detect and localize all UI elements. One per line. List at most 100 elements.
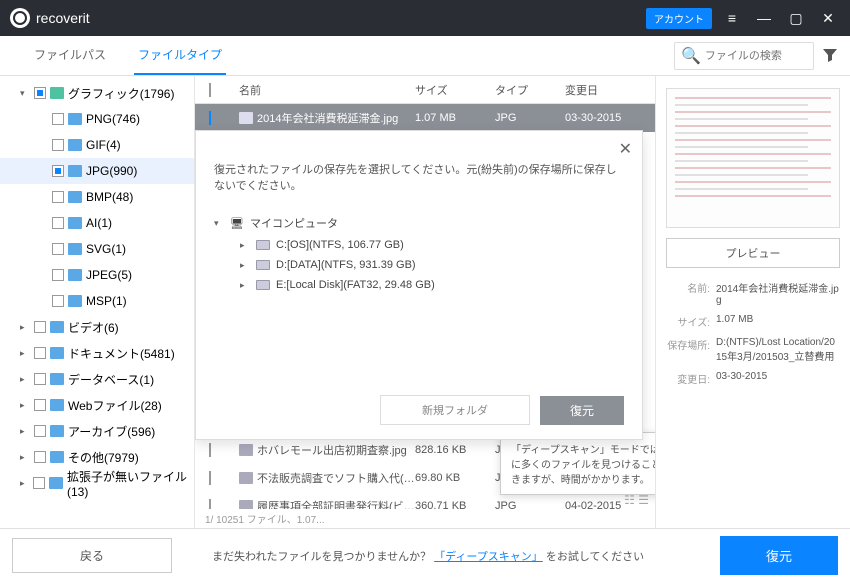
checkbox[interactable]	[52, 165, 64, 177]
checkbox[interactable]	[34, 373, 46, 385]
sidebar-item[interactable]: ▸Webファイル(28)	[0, 392, 194, 418]
folder-icon	[50, 373, 64, 385]
menu-icon[interactable]: ≡	[720, 6, 744, 30]
folder-icon	[50, 347, 64, 359]
drive-item[interactable]: ▸C:[OS](NTFS, 106.77 GB)	[214, 235, 624, 255]
filter-icon[interactable]	[822, 47, 840, 65]
sidebar-item[interactable]: BMP(48)	[0, 184, 194, 210]
checkbox[interactable]	[52, 217, 64, 229]
chevron-icon[interactable]: ▸	[20, 348, 30, 359]
table-row[interactable]: 2014年会社消費税延滞金.jpg1.07 MBJPG03-30-2015	[195, 104, 655, 132]
chevron-icon[interactable]: ▸	[20, 322, 30, 333]
sidebar-item-label: その他(7979)	[68, 449, 139, 466]
chevron-icon[interactable]: ▸	[20, 374, 30, 385]
disk-icon	[256, 280, 270, 290]
meta-date-label: 変更日:	[666, 371, 716, 386]
chevron-icon[interactable]: ▸	[20, 478, 29, 489]
folder-icon	[50, 425, 64, 437]
drive-item[interactable]: ▸D:[DATA](NTFS, 931.39 GB)	[214, 255, 624, 275]
file-icon	[239, 112, 253, 124]
sidebar-item[interactable]: PNG(746)	[0, 106, 194, 132]
sidebar-item[interactable]: ▸ 拡張子が無いファイル(13)	[0, 470, 194, 496]
col-date[interactable]: 変更日	[565, 82, 655, 98]
restore-button[interactable]: 復元	[720, 536, 838, 575]
row-checkbox[interactable]	[209, 443, 211, 457]
checkbox[interactable]	[34, 87, 46, 99]
search-input[interactable]	[705, 50, 807, 62]
checkbox[interactable]	[34, 451, 46, 463]
checkbox[interactable]	[34, 399, 46, 411]
sidebar-item[interactable]: ▾グラフィック(1796)	[0, 80, 194, 106]
meta-date-value: 03-30-2015	[716, 371, 767, 386]
checkbox[interactable]	[52, 139, 64, 151]
file-name: 2014年会社消費税延滞金.jpg	[257, 110, 398, 126]
sidebar-item[interactable]: JPEG(5)	[0, 262, 194, 288]
sidebar-item[interactable]: ▸ その他(7979)	[0, 444, 194, 470]
sidebar-item-label: PNG(746)	[86, 112, 140, 126]
sidebar-item[interactable]: JPG(990)	[0, 158, 194, 184]
folder-icon	[68, 191, 82, 203]
checkbox[interactable]	[52, 113, 64, 125]
row-checkbox[interactable]	[209, 471, 211, 485]
chevron-icon[interactable]: ▸	[20, 452, 30, 463]
chevron-icon[interactable]: ▸	[20, 426, 30, 437]
chevron-icon[interactable]: ▾	[20, 88, 30, 99]
modal-restore-button[interactable]: 復元	[540, 396, 624, 425]
preview-button[interactable]: プレビュー	[666, 238, 840, 268]
logo-icon	[10, 8, 30, 28]
close-icon[interactable]: ✕	[816, 6, 840, 30]
tab-file-path[interactable]: ファイルパス	[30, 36, 110, 75]
list-body: ☷ ☰ 2014年会社消費税延滞金.jpg1.07 MBJPG03-30-201…	[195, 104, 655, 509]
file-type: JPG	[495, 500, 565, 509]
deep-scan-link[interactable]: 「ディープスキャン」	[434, 551, 543, 563]
back-button[interactable]: 戻る	[12, 538, 172, 573]
checkbox[interactable]	[52, 243, 64, 255]
maximize-icon[interactable]: ▢	[784, 6, 808, 30]
col-name[interactable]: 名前	[235, 82, 415, 98]
col-size[interactable]: サイズ	[415, 82, 495, 98]
sidebar-item[interactable]: AI(1)	[0, 210, 194, 236]
file-icon	[239, 444, 253, 456]
row-checkbox[interactable]	[209, 111, 211, 125]
tab-file-type[interactable]: ファイルタイプ	[134, 36, 226, 75]
view-mode-icons[interactable]: ☷ ☰	[624, 493, 649, 507]
col-type[interactable]: タイプ	[495, 82, 565, 98]
sidebar-item[interactable]: ▸アーカイブ(596)	[0, 418, 194, 444]
computer-icon: 🖥	[230, 217, 244, 230]
checkbox[interactable]	[52, 269, 64, 281]
chevron-icon[interactable]: ▸	[20, 400, 30, 411]
checkbox[interactable]	[34, 347, 46, 359]
file-size: 360.71 KB	[415, 500, 495, 509]
checkbox[interactable]	[52, 295, 64, 307]
file-list-area: 名前 サイズ タイプ 変更日 ☷ ☰ 2014年会社消費税延滞金.jpg 1.07…	[195, 76, 655, 528]
row-checkbox[interactable]	[209, 499, 211, 509]
checkbox[interactable]	[34, 321, 46, 333]
drive-item[interactable]: ▸E:[Local Disk](FAT32, 29.48 GB)	[214, 275, 624, 295]
file-name: ホバレモール出店初期査察.jpg	[257, 442, 407, 458]
sidebar-item-label: 拡張子が無いファイル(13)	[67, 468, 194, 499]
new-folder-input[interactable]: 新規フォルダ	[380, 395, 530, 425]
sidebar-item[interactable]: ▸ドキュメント(5481)	[0, 340, 194, 366]
sidebar-item[interactable]: GIF(4)	[0, 132, 194, 158]
sidebar-item[interactable]: ▸データベース(1)	[0, 366, 194, 392]
sidebar-item[interactable]: MSP(1)	[0, 288, 194, 314]
account-badge[interactable]: アカウント	[646, 8, 712, 29]
checkbox[interactable]	[33, 477, 45, 489]
checkbox[interactable]	[52, 191, 64, 203]
status-line: 1/ 10251 ファイル、1.07...	[195, 509, 655, 528]
minimize-icon[interactable]: —	[752, 6, 776, 30]
folder-icon	[68, 113, 82, 125]
app-name: recoverit	[36, 10, 90, 26]
sidebar-item[interactable]: SVG(1)	[0, 236, 194, 262]
select-all-checkbox[interactable]	[209, 83, 211, 97]
save-location-modal: ✕復元されたファイルの保存先を選択してください。元(紛失前)の保存場所に保存しな…	[195, 130, 643, 440]
meta-size-value: 1.07 MB	[716, 314, 753, 329]
sidebar-item[interactable]: ▸ビデオ(6)	[0, 314, 194, 340]
folder-icon	[50, 399, 64, 411]
search-box[interactable]: 🔍	[674, 42, 814, 70]
checkbox[interactable]	[34, 425, 46, 437]
file-icon	[239, 472, 253, 484]
location-root[interactable]: ▾🖥マイコンピュータ	[214, 211, 624, 235]
file-size: 1.07 MB	[415, 112, 495, 124]
modal-close-icon[interactable]: ✕	[619, 139, 632, 159]
